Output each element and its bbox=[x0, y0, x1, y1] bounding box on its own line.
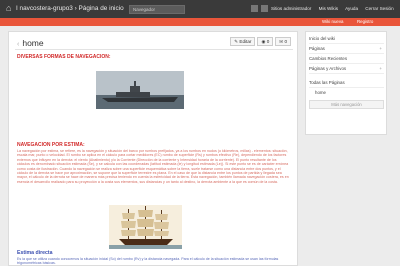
estima-paragraph: La navegación por estima, se refiere, es… bbox=[17, 149, 289, 184]
link-admin-sites[interactable]: Sitios administrador bbox=[271, 6, 311, 11]
notifications-icon[interactable] bbox=[261, 5, 268, 12]
sidebar-all-pages[interactable]: Todas las Páginas bbox=[309, 79, 384, 88]
link-help[interactable]: Ayuda bbox=[345, 6, 358, 11]
sailing-ship-image bbox=[109, 205, 182, 249]
views-button[interactable]: ◉ 0 bbox=[257, 37, 274, 46]
content-panel: ‹ home ✎ Editar ◉ 0 ✉ 0 DIVERSAS FORMAS D… bbox=[8, 31, 298, 266]
top-links: Sitios administrador Mis Wikis Ayuda Cer… bbox=[271, 5, 400, 13]
sidebar-item-pages-files[interactable]: Páginas y Archivos + bbox=[309, 65, 384, 74]
sidebar-item-recent-changes[interactable]: Cambios Recientes bbox=[309, 55, 384, 64]
heading-estima-directa: Estima directa bbox=[17, 250, 53, 256]
sidebar-link-home[interactable]: home bbox=[309, 89, 384, 98]
edit-button[interactable]: ✎ Editar bbox=[230, 37, 256, 46]
top-bar: ⌂ I navcostera-grupo3 › Página de inicio… bbox=[0, 0, 400, 18]
divider bbox=[15, 49, 293, 50]
sidebar-item-wiki-home[interactable]: Inicio del wiki bbox=[309, 35, 384, 44]
heading-estima: NAVEGACION POR ESTIMA: bbox=[17, 142, 85, 148]
plus-icon[interactable]: + bbox=[379, 65, 382, 73]
estima-directa-paragraph: Es la que se utiliza cuando conocemos la… bbox=[17, 257, 279, 266]
sidebar-item-pages[interactable]: Páginas + bbox=[309, 45, 384, 54]
action-bar: Wiki nueva Registro bbox=[0, 18, 400, 26]
page-actions: ✎ Editar ◉ 0 ✉ 0 bbox=[230, 37, 291, 46]
plus-icon[interactable]: + bbox=[379, 45, 382, 53]
warship-image bbox=[96, 71, 184, 109]
link-logout[interactable]: Cerrar Sesión bbox=[365, 6, 393, 11]
sidebar: Inicio del wiki Páginas + Cambios Recient… bbox=[305, 31, 387, 135]
link-my-wikis[interactable]: Mis Wikis bbox=[319, 6, 338, 11]
user-button[interactable]: Registro bbox=[357, 19, 373, 25]
chevron-left-icon[interactable]: ‹ bbox=[17, 41, 19, 48]
search-input[interactable]: Navegador bbox=[129, 5, 185, 14]
comments-button[interactable]: ✉ 0 bbox=[275, 37, 291, 46]
grid-icon[interactable] bbox=[251, 5, 258, 12]
home-icon[interactable]: ⌂ bbox=[6, 4, 14, 13]
more-navigation-button[interactable]: Más navegación bbox=[309, 100, 384, 109]
breadcrumb[interactable]: I navcostera-grupo3 › Página de inicio bbox=[16, 4, 124, 14]
heading-forms: DIVERSAS FORMAS DE NAVEGACION: bbox=[17, 54, 111, 60]
new-wiki-button[interactable]: Wiki nueva bbox=[322, 19, 343, 25]
